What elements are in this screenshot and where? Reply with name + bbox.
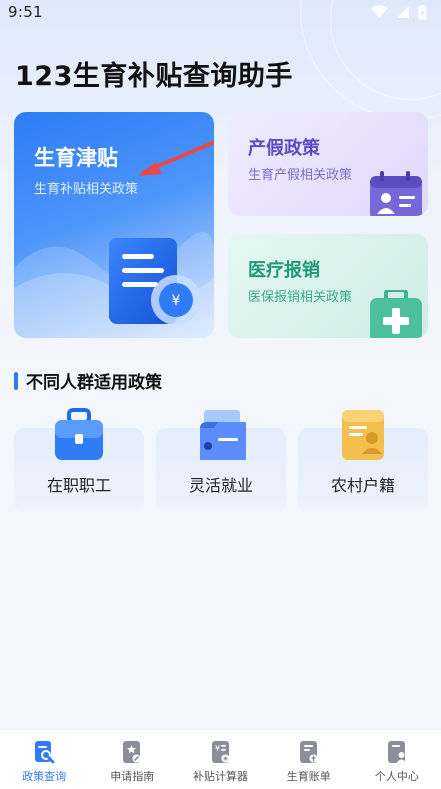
card-medical-reimbursement[interactable]: 医疗报销 医保报销相关政策	[228, 234, 428, 338]
group-label: 农村户籍	[330, 476, 395, 495]
tab-label: 申请指南	[110, 770, 155, 783]
section-title: 不同人群适用政策	[26, 373, 162, 393]
document-money-icon: ¥	[109, 238, 201, 325]
tab-application-guide[interactable]: 申请指南	[88, 730, 176, 789]
calendar-user-icon	[370, 171, 422, 216]
group-card-employed[interactable]: 在职职工	[14, 408, 144, 512]
page-title: 123生育补贴查询助手	[15, 61, 293, 92]
user-card-icon	[387, 741, 407, 763]
wifi-icon	[371, 5, 388, 18]
card-title: 产假政策	[248, 138, 320, 159]
section-accent-bar	[14, 371, 18, 390]
card-title: 医疗报销	[248, 260, 320, 281]
tab-label: 个人中心	[374, 770, 419, 783]
folder-icon	[200, 410, 246, 460]
calculator-icon: ¥	[211, 741, 229, 763]
status-icons	[371, 4, 427, 20]
card-maternity-allowance[interactable]: 生育津贴 生育补贴相关政策 ¥	[14, 112, 214, 338]
pointer-arrow-icon	[138, 140, 214, 176]
bottom-tab-bar: 政策查询 申请指南 ¥ 补贴计算器 生育账单 个人中心	[0, 729, 441, 789]
tab-label: 政策查询	[22, 770, 67, 783]
card-maternity-leave[interactable]: 产假政策 生育产假相关政策	[228, 112, 428, 216]
signal-icon	[397, 6, 409, 18]
tab-label: 生育账单	[286, 770, 331, 783]
medical-kit-icon	[370, 290, 422, 338]
group-card-rural[interactable]: 农村户籍	[298, 410, 428, 512]
card-title: 生育津贴	[34, 146, 118, 170]
tab-policy-query[interactable]: 政策查询	[0, 730, 88, 789]
tab-subsidy-calculator[interactable]: ¥ 补贴计算器	[176, 730, 264, 789]
card-subtitle: 医保报销相关政策	[248, 290, 353, 305]
tab-birth-bill[interactable]: 生育账单	[265, 730, 353, 789]
search-doc-icon	[35, 741, 55, 764]
group-label: 灵活就业	[188, 476, 253, 495]
battery-icon	[418, 4, 427, 19]
group-card-flexible[interactable]: 灵活就业	[156, 410, 286, 512]
group-label: 在职职工	[46, 476, 111, 495]
card-subtitle: 生育补贴相关政策	[34, 182, 139, 197]
tab-label: 补贴计算器	[193, 770, 248, 783]
app-root: 9:51 123生育补贴查询助手 生育津贴 生育补贴相关政策 ¥ 产假政策 生育…	[0, 0, 441, 789]
tab-personal-center[interactable]: 个人中心	[353, 730, 441, 789]
status-bar: 9:51	[0, 0, 441, 24]
guide-icon	[123, 741, 141, 763]
svg-text:¥: ¥	[214, 744, 219, 753]
card-subtitle: 生育产假相关政策	[248, 168, 353, 183]
bill-icon	[299, 741, 318, 763]
id-card-icon	[342, 410, 384, 460]
status-time: 9:51	[8, 3, 43, 21]
section-heading: 不同人群适用政策	[14, 368, 162, 393]
svg-text:¥: ¥	[172, 293, 181, 309]
briefcase-icon	[55, 408, 103, 460]
